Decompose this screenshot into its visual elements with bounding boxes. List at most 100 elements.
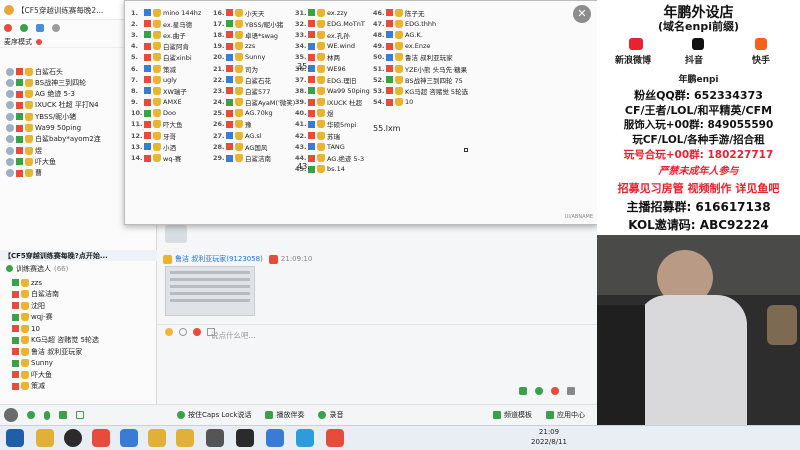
equalizer-icon[interactable]	[59, 411, 67, 419]
popup-row[interactable]: 40. 煜	[295, 108, 370, 119]
popup-row[interactable]: 21. 司为	[213, 63, 295, 74]
room2-member-row[interactable]: 沈阳	[12, 300, 45, 311]
popup-row[interactable]: 33. ex.孔孙	[295, 29, 370, 40]
popup-row[interactable]: 39. IXUCK 杜超	[295, 97, 370, 108]
room2-member-row[interactable]: 白鲨洁南	[12, 289, 59, 300]
popup-row[interactable]: 46. 陈子无	[373, 7, 468, 18]
popup-row[interactable]: 26. 豫	[213, 119, 295, 130]
app-icon-6[interactable]	[176, 429, 194, 447]
popup-row[interactable]: 6. 策减	[131, 63, 201, 74]
popup-row[interactable]: 48. AG.K.	[373, 29, 468, 40]
room2-member-row[interactable]: wqj-赛	[12, 312, 53, 323]
popup-row[interactable]: 32. EDG.MoTnT	[295, 18, 370, 29]
app-icon-4[interactable]	[120, 429, 138, 447]
avatar[interactable]	[4, 408, 18, 422]
popup-row[interactable]: 9. AMXE	[131, 97, 201, 108]
room2-member-row[interactable]: 鲁洁 叔利亚玩家	[12, 346, 82, 357]
app-icon-8[interactable]	[236, 429, 254, 447]
more-icon[interactable]	[567, 387, 575, 395]
member-row[interactable]: IXUCK 杜超 平打N4	[6, 100, 99, 111]
member-row[interactable]: 白鲨石头	[6, 66, 63, 77]
chat-input[interactable]: 说点什么吧...	[211, 330, 256, 341]
popup-row[interactable]: 24. 白鲨AyaM('微笑)	[213, 97, 295, 108]
start-icon[interactable]	[6, 429, 24, 447]
popup-row[interactable]: 51. YZE小熊 头马先·糖果	[373, 63, 468, 74]
gift-icon[interactable]	[193, 327, 201, 336]
popup-row[interactable]: 42. 苏瑞	[295, 130, 370, 141]
play-music[interactable]: 播放伴奏	[265, 410, 304, 420]
push-to-talk[interactable]: 按住Caps Lock说话	[177, 410, 251, 420]
app-icon-3[interactable]	[92, 429, 110, 447]
popup-row[interactable]: 7. ugly	[131, 74, 201, 85]
shake-icon[interactable]	[551, 387, 559, 395]
room2-member-row[interactable]: zzs	[12, 277, 42, 288]
popup-row[interactable]: 50. 鲁洁 叔利亚玩家	[373, 52, 468, 63]
popup-row[interactable]: 23. 白鲨577	[213, 85, 295, 96]
popup-row[interactable]: 10. Doo	[131, 108, 201, 119]
app-center[interactable]: 应用中心	[546, 410, 585, 420]
sort-label[interactable]: 麦序模式	[4, 37, 32, 47]
popup-row[interactable]: 14. wq-赛	[131, 152, 201, 163]
popup-row[interactable]: 1. mino 144hz	[131, 7, 201, 18]
app-icon-10[interactable]	[296, 429, 314, 447]
message-image[interactable]	[165, 266, 255, 316]
channel-mode[interactable]: 频道模板	[493, 410, 532, 420]
member-row[interactable]: YBSS/昵小猪	[6, 111, 76, 122]
popup-row[interactable]: 47. EDG.thhh	[373, 18, 468, 29]
app-icon-7[interactable]	[206, 429, 224, 447]
room2-sub[interactable]: 训练赛选人 (66)	[0, 263, 157, 274]
popup-row[interactable]: 12. 牙哥	[131, 130, 201, 141]
popup-row[interactable]: 5. 白鲨xinbi	[131, 52, 201, 63]
message-sender[interactable]: 鲁洁 叔利亚玩家(9123058)	[175, 254, 263, 264]
popup-row[interactable]: 22. 白鲨石花	[213, 74, 295, 85]
app-icon-1[interactable]	[36, 429, 54, 447]
popup-row[interactable]: 38. Wa99 50ping	[295, 85, 370, 96]
popup-row[interactable]: 41. 华硕5mpi	[295, 119, 370, 130]
popup-row[interactable]: 49. ex.Enze	[373, 41, 468, 52]
popup-row[interactable]: 28. AG国风	[213, 141, 295, 152]
speaker-icon[interactable]	[27, 411, 35, 419]
popup-row[interactable]: 37. EDG.理旧	[295, 74, 370, 85]
room2-member-row[interactable]: 10	[12, 323, 40, 334]
blue-icon[interactable]	[36, 24, 44, 32]
format-icon[interactable]	[519, 387, 527, 395]
prev-message-thumbnail[interactable]	[165, 225, 187, 243]
member-row[interactable]: Wa99 50ping	[6, 123, 81, 134]
app-icon-2[interactable]	[64, 429, 82, 447]
popup-row[interactable]: 43. TANG	[295, 141, 370, 152]
popup-row[interactable]: 17. YBSS/昵小猪	[213, 18, 295, 29]
room2-member-row[interactable]: Sunny	[12, 358, 53, 369]
popup-row[interactable]: 3. ex.曲子	[131, 29, 201, 40]
settings-icon[interactable]	[76, 411, 84, 419]
popup-row[interactable]: 2. ex.星马德	[131, 18, 201, 29]
popup-row[interactable]: 16. 小天天	[213, 7, 295, 18]
popup-row[interactable]: 19. zzs	[213, 41, 295, 52]
popup-row[interactable]: 54. 10	[373, 97, 468, 108]
popup-row[interactable]: 8. XW瑞子	[131, 85, 201, 96]
popup-row[interactable]: 34. WE.wind	[295, 41, 370, 52]
mic-icon[interactable]	[36, 38, 42, 45]
popup-row[interactable]: 4. 白鲨阿肯	[131, 41, 201, 52]
app-icon-5[interactable]	[148, 429, 166, 447]
member-row[interactable]: 白鲨baby*ayom2连	[6, 134, 101, 145]
popup-row[interactable]: 31. ex.zzy	[295, 7, 370, 18]
smiley-icon[interactable]	[179, 327, 187, 336]
record[interactable]: 录音	[318, 410, 343, 420]
close-icon[interactable]: ✕	[573, 5, 591, 23]
member-row[interactable]: 曹	[6, 168, 42, 179]
popup-row[interactable]: 25. AG.70kg	[213, 108, 295, 119]
app-icon-9[interactable]	[266, 429, 284, 447]
room2-member-row[interactable]: 吓大鱼	[12, 369, 52, 380]
member-row[interactable]: AG 绝迹 5-3	[6, 89, 75, 100]
member-row[interactable]: BS战神三到四轮	[6, 77, 86, 88]
popup-row[interactable]: 53. KG马超 咨赌觉 5轮选	[373, 85, 468, 96]
room2-member-row[interactable]: KG马超 咨赌觉 5轮选	[12, 335, 99, 346]
emoji-icon[interactable]	[535, 387, 543, 395]
app-icon-11[interactable]	[326, 429, 344, 447]
emoji-icon[interactable]	[165, 327, 173, 336]
popup-row[interactable]: 52. BS战神三到四轮 75	[373, 74, 468, 85]
popup-row[interactable]: 18. 卓语*swag	[213, 29, 295, 40]
popup-row[interactable]: 20. Sunny	[213, 52, 295, 63]
red-icon[interactable]	[4, 24, 12, 32]
mic-icon[interactable]	[44, 410, 50, 420]
